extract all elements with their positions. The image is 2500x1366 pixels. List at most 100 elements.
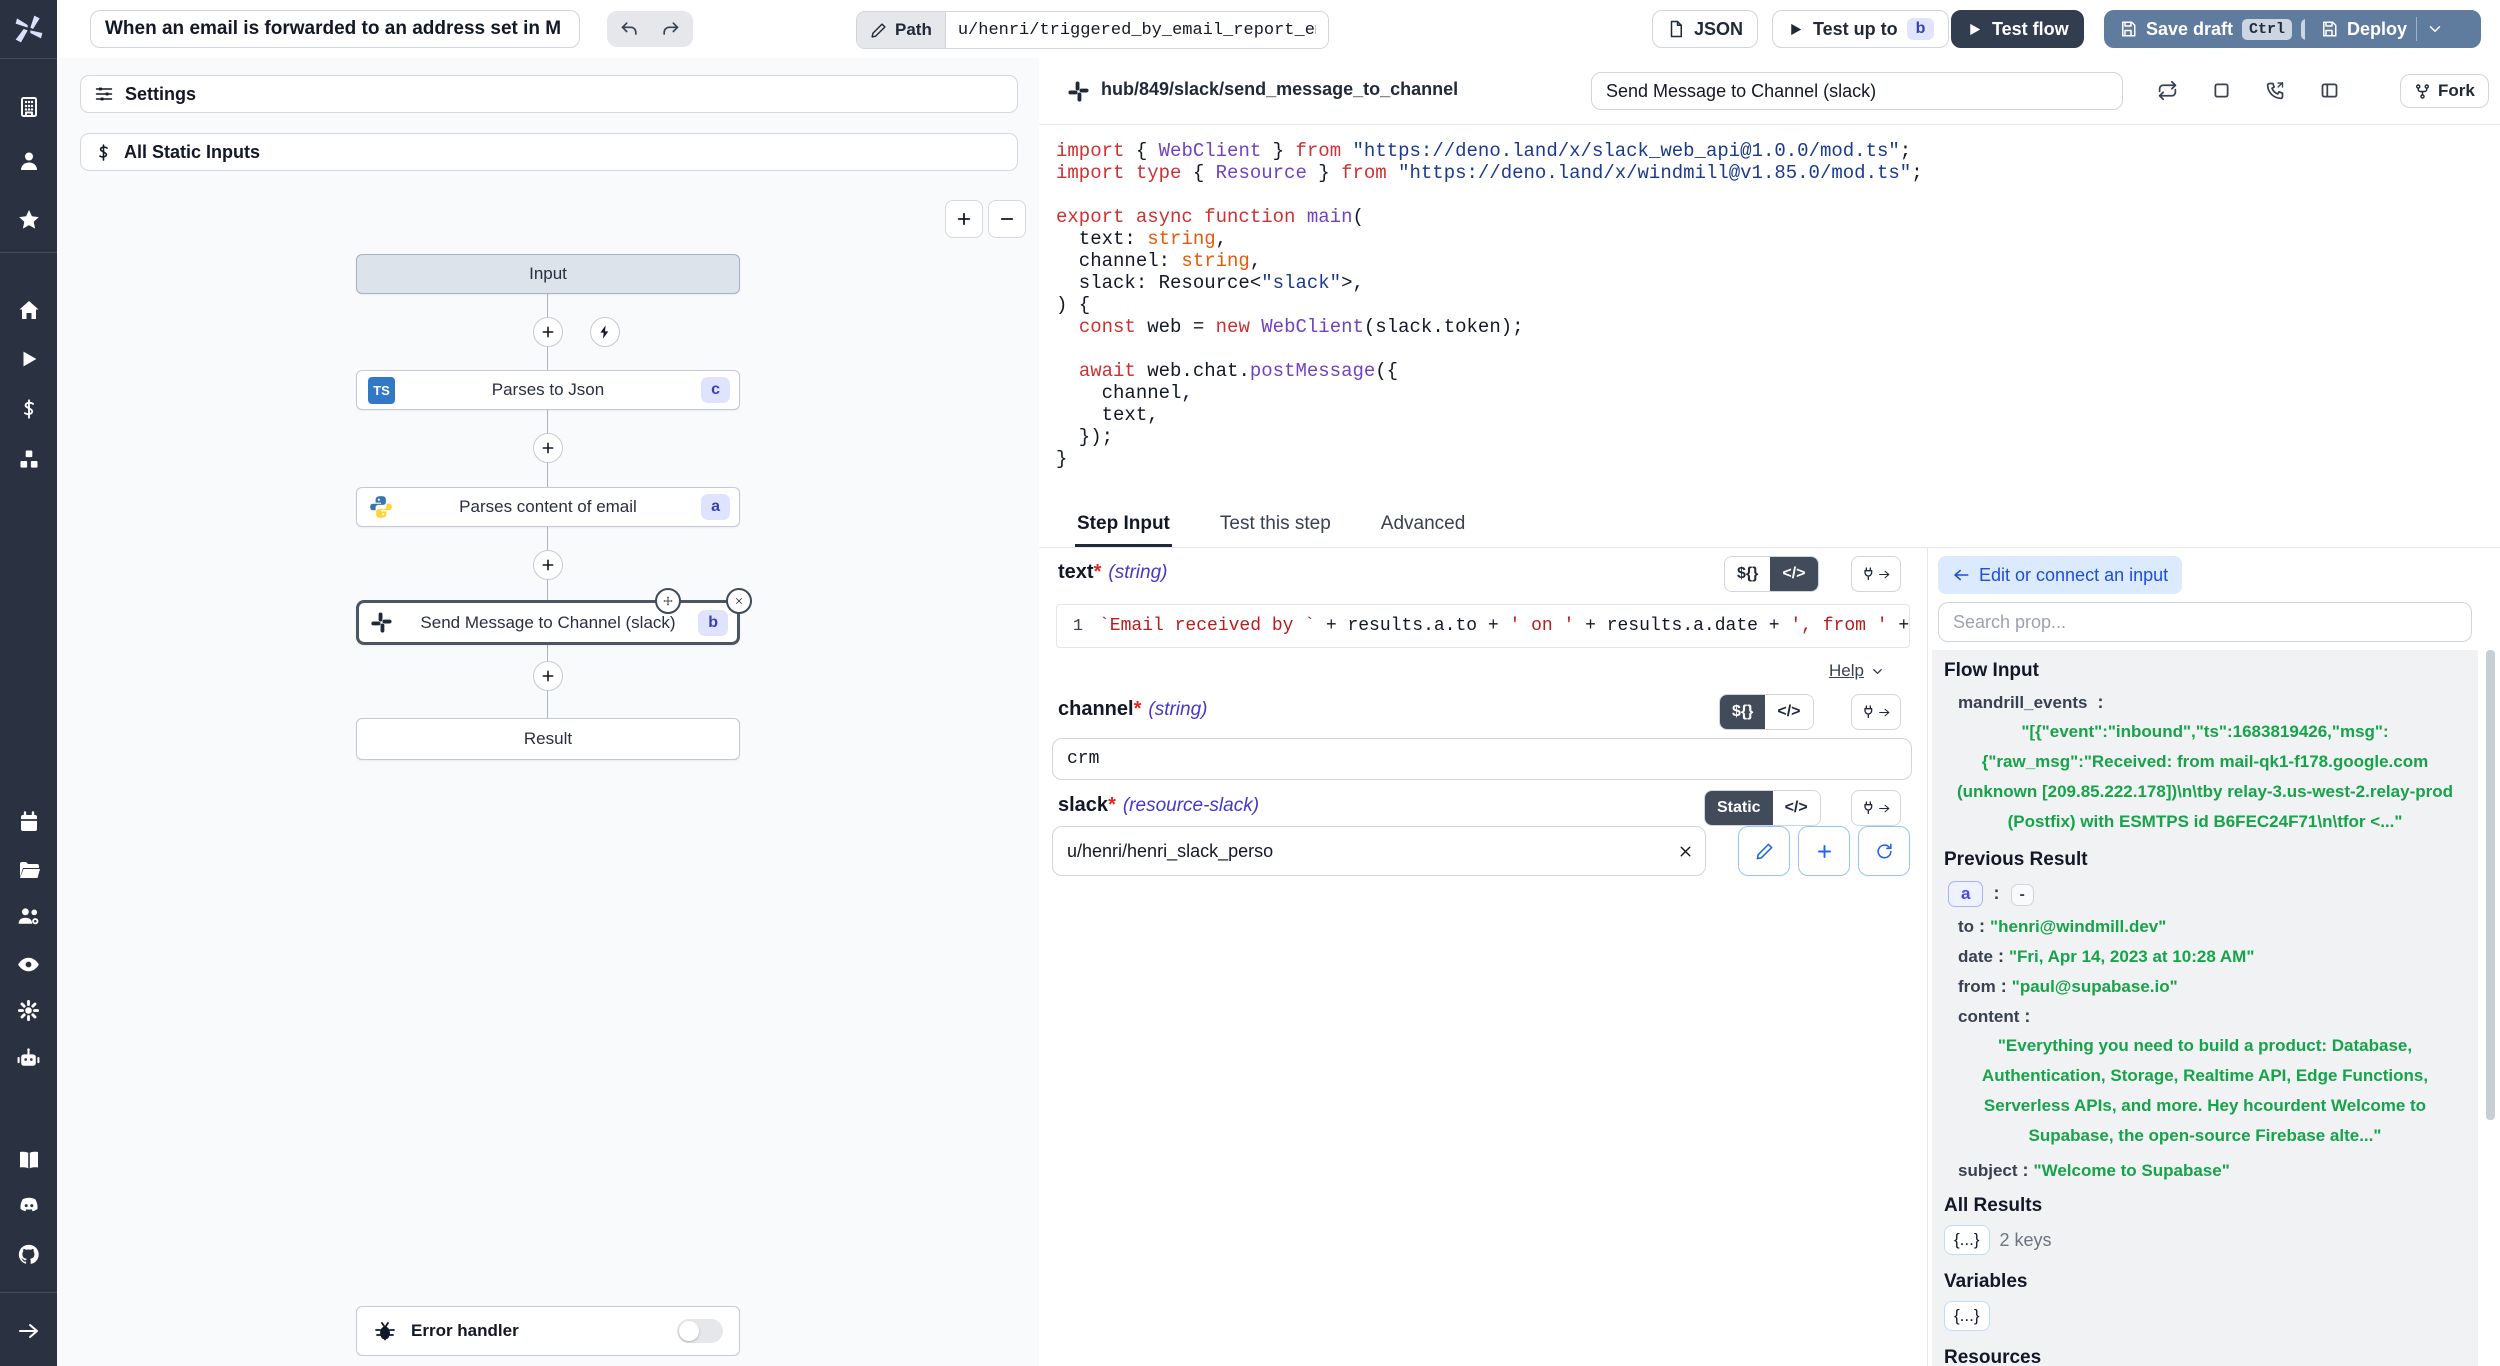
collapse-arrow-right-icon[interactable] — [9, 1314, 49, 1348]
prop-value[interactable]: "Everything you need to build a product:… — [1946, 1031, 2464, 1151]
audit-eye-icon[interactable] — [9, 947, 49, 981]
git-fork-icon — [2414, 83, 2431, 100]
panel-layout-icon[interactable] — [2319, 80, 2340, 101]
resources-boxes-icon[interactable] — [9, 443, 49, 477]
test-flow-button[interactable]: Test flow — [1951, 10, 2084, 48]
clear-resource-button[interactable] — [1665, 842, 1705, 861]
add-step-button[interactable] — [533, 550, 563, 580]
add-step-button[interactable] — [533, 661, 563, 691]
js-mode-button[interactable]: </> — [1773, 791, 1820, 825]
prop-key[interactable]: to — [1958, 917, 1974, 936]
tab-test-this-step[interactable]: Test this step — [1218, 513, 1333, 547]
windmill-logo[interactable] — [0, 0, 57, 59]
zoom-in-button[interactable] — [945, 200, 983, 238]
static-inputs-label: All Static Inputs — [124, 142, 260, 163]
prop-value[interactable]: "[{"event":"inbound","ts":1683819426,"ms… — [1946, 717, 2464, 837]
connect-input-button[interactable] — [1851, 790, 1901, 826]
expand-object-chip[interactable]: {...} — [1944, 1225, 1990, 1255]
collapse-chip[interactable]: - — [2011, 884, 2034, 906]
template-mode-button[interactable]: ${} — [1720, 695, 1765, 729]
save-draft-button[interactable]: Save draft Ctrl S — [2104, 10, 2339, 48]
test-up-to-button[interactable]: Test up to b — [1772, 10, 1949, 48]
slack-resource-value[interactable] — [1053, 841, 1665, 862]
expand-editor-icon[interactable] — [2211, 80, 2232, 101]
fork-button[interactable]: Fork — [2400, 74, 2489, 108]
path-chip[interactable]: Path — [857, 12, 946, 48]
help-link[interactable]: Help — [1823, 660, 1891, 682]
move-node-button[interactable] — [655, 588, 681, 614]
static-mode-button[interactable]: Static — [1705, 791, 1773, 825]
refresh-resource-button[interactable] — [1858, 826, 1910, 876]
add-step-button[interactable] — [533, 317, 563, 347]
chevron-down-icon — [1870, 664, 1885, 679]
docs-book-icon[interactable] — [9, 1143, 49, 1177]
flow-node-result[interactable]: Result — [356, 718, 740, 760]
error-handler-node[interactable]: Error handler — [356, 1306, 740, 1356]
flow-node-parses-content[interactable]: Parses content of email a — [356, 487, 740, 527]
workspace-icon[interactable] — [9, 90, 49, 124]
swap-script-icon[interactable] — [2157, 80, 2178, 101]
runs-play-icon[interactable] — [9, 342, 49, 376]
expand-object-chip[interactable]: {...} — [1944, 1301, 1990, 1331]
add-step-button[interactable] — [533, 433, 563, 463]
tab-advanced[interactable]: Advanced — [1379, 513, 1468, 547]
flow-node-parses-to-json[interactable]: TS Parses to Json c — [356, 370, 740, 410]
path-input[interactable] — [946, 12, 1328, 48]
node-label: Input — [529, 264, 567, 284]
json-button[interactable]: JSON — [1652, 10, 1758, 48]
arrow-right-icon — [1878, 706, 1891, 719]
prop-value[interactable]: "paul@supabase.io" — [2012, 977, 2178, 996]
plug-icon — [1861, 566, 1877, 582]
zoom-out-button[interactable] — [988, 200, 1026, 238]
file-json-icon — [1667, 20, 1685, 38]
settings-bar[interactable]: Settings — [80, 75, 1018, 113]
variables-dollar-icon[interactable] — [9, 392, 49, 426]
discord-icon[interactable] — [9, 1189, 49, 1223]
delete-node-button[interactable] — [726, 588, 752, 614]
connect-input-button[interactable] — [1851, 556, 1901, 592]
js-mode-button[interactable]: </> — [1770, 557, 1817, 591]
prop-key[interactable]: date — [1958, 947, 1993, 966]
trigger-bolt-button[interactable] — [590, 317, 620, 347]
error-handler-toggle[interactable] — [677, 1319, 723, 1343]
edit-or-connect-button[interactable]: Edit or connect an input — [1938, 556, 2182, 594]
workers-bot-icon[interactable] — [9, 1041, 49, 1075]
static-inputs-bar[interactable]: All Static Inputs — [80, 133, 1018, 171]
flow-node-input[interactable]: Input — [356, 254, 740, 294]
prop-value[interactable]: "Welcome to Supabase" — [2034, 1161, 2230, 1180]
connect-input-button[interactable] — [1851, 694, 1901, 730]
prop-key[interactable]: mandrill_events — [1958, 693, 2087, 712]
github-icon[interactable] — [9, 1237, 49, 1271]
undo-button[interactable] — [611, 14, 649, 44]
deploy-button[interactable]: Deploy — [2305, 10, 2481, 48]
prop-key[interactable]: subject — [1958, 1161, 2018, 1180]
favorites-star-icon[interactable] — [9, 203, 49, 237]
channel-value-input[interactable] — [1052, 738, 1912, 780]
add-resource-button[interactable] — [1798, 826, 1850, 876]
code-editor[interactable]: import { WebClient } from "https://deno.… — [1039, 124, 2500, 518]
webhook-phone-icon[interactable] — [2265, 80, 2286, 101]
tab-step-input[interactable]: Step Input — [1075, 513, 1172, 547]
prop-value[interactable]: "Fri, Apr 14, 2023 at 10:28 AM" — [2009, 947, 2254, 966]
chevron-down-icon[interactable] — [2426, 20, 2444, 38]
prop-value[interactable]: "henri@windmill.dev" — [1990, 917, 2166, 936]
settings-gear-icon[interactable] — [9, 993, 49, 1027]
user-icon[interactable] — [9, 144, 49, 178]
prop-key[interactable]: from — [1958, 977, 1996, 996]
step-summary-input[interactable] — [1591, 72, 2123, 110]
search-prop-input[interactable] — [1938, 602, 2472, 642]
edit-resource-button[interactable] — [1738, 826, 1790, 876]
folders-icon[interactable] — [9, 853, 49, 887]
groups-users-icon[interactable] — [9, 899, 49, 933]
redo-button[interactable] — [651, 14, 689, 44]
flow-title-input[interactable] — [90, 10, 580, 48]
text-expression-editor[interactable]: 1 `Email received by ` + results.a.to + … — [1056, 604, 1910, 648]
schedules-calendar-icon[interactable] — [9, 805, 49, 839]
prop-key[interactable]: content — [1958, 1007, 2019, 1026]
scrollbar-thumb[interactable] — [2486, 650, 2495, 1120]
flow-node-send-message-selected[interactable]: Send Message to Channel (slack) b — [356, 600, 740, 645]
template-mode-button[interactable]: ${} — [1725, 557, 1770, 591]
step-a-chip[interactable]: a — [1948, 881, 1983, 907]
js-mode-button[interactable]: </> — [1765, 695, 1812, 729]
home-icon[interactable] — [9, 293, 49, 327]
